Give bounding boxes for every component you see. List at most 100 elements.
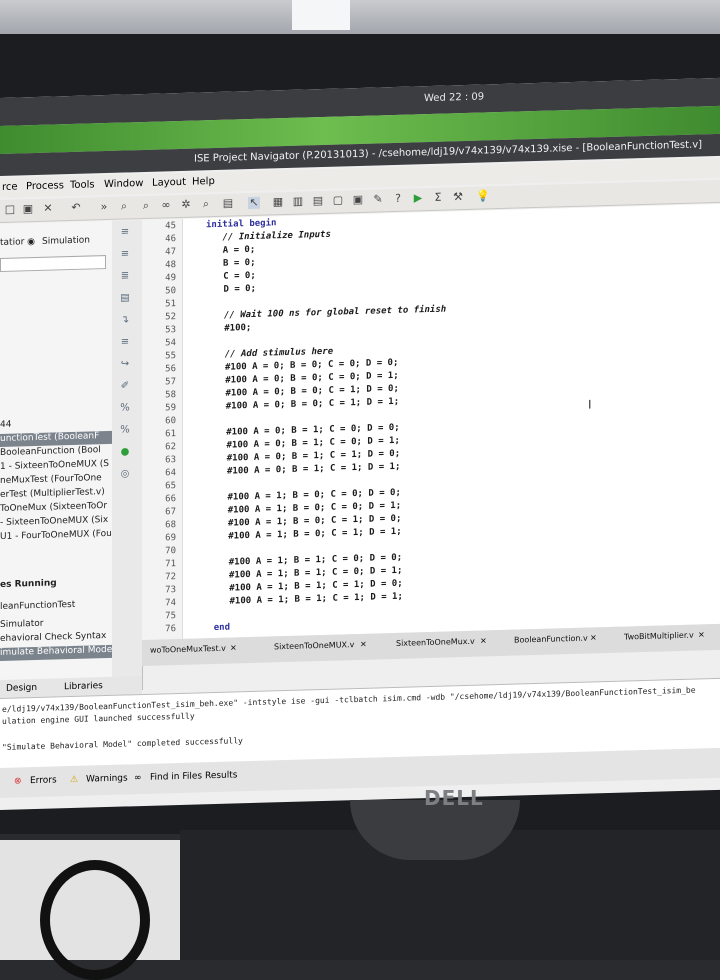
processes-header: es Running xyxy=(0,578,57,590)
side-tool-icon[interactable]: ◎ xyxy=(118,468,132,480)
line-number: 59 xyxy=(165,403,176,414)
cable xyxy=(40,860,150,980)
code-line[interactable]: D = 0; xyxy=(207,284,257,295)
side-tool-icon[interactable]: ▤ xyxy=(118,292,132,304)
line-number: 66 xyxy=(165,494,176,505)
file-tab[interactable]: SixteenToOneMux.v xyxy=(396,637,475,648)
side-tool-icon[interactable]: ✐ xyxy=(118,380,132,392)
menu-help[interactable]: Help xyxy=(192,176,215,188)
window-list-icon[interactable]: ▤ xyxy=(312,194,324,207)
save-icon[interactable]: ▣ xyxy=(22,202,34,215)
line-number: 62 xyxy=(165,442,176,453)
tab-close-icon[interactable]: ✕ xyxy=(230,643,237,652)
code-line[interactable]: #100 A = 0; B = 1; C = 1; D = 1; xyxy=(211,462,400,477)
side-tool-icon[interactable]: ≡ xyxy=(118,248,132,260)
line-number: 74 xyxy=(165,598,176,609)
side-tool-icon[interactable]: ● xyxy=(118,446,132,458)
process-item-selected[interactable]: imulate Behavioral Model xyxy=(0,644,112,661)
side-tool-icon[interactable]: ≣ xyxy=(118,270,132,282)
code-line[interactable]: #100 A = 0; B = 0; C = 1; D = 1; xyxy=(210,397,399,412)
code-line[interactable]: #100 A = 1; B = 1; C = 1; D = 1; xyxy=(213,592,403,607)
side-tool-icon[interactable]: ≡ xyxy=(118,336,132,348)
window-split-icon[interactable]: ▥ xyxy=(292,195,304,208)
line-number: 55 xyxy=(165,351,176,362)
code-editor[interactable]: 45 46 47 48 49 50 51 52 53 54 55 56 57 58 59 60 61 62 63 64… xyxy=(142,203,720,641)
file-tab[interactable]: TwoBitMultiplier.v xyxy=(624,631,694,642)
tab-find-in-files[interactable]: Find in Files Results xyxy=(150,770,237,782)
code-line[interactable]: #100; xyxy=(208,323,251,334)
document-icon[interactable]: ▤ xyxy=(222,196,234,209)
menu-tools[interactable]: Tools xyxy=(70,179,95,191)
undo-icon[interactable]: ↶ xyxy=(70,201,82,214)
line-number: 54 xyxy=(165,338,176,349)
line-number: 47 xyxy=(165,247,176,258)
side-tool-icon[interactable]: ≡ xyxy=(118,226,132,238)
select-icon[interactable]: ↖ xyxy=(248,196,260,210)
menu-source[interactable]: rce xyxy=(2,182,18,193)
text-cursor-icon: I xyxy=(588,397,592,412)
sum-icon[interactable]: Σ xyxy=(432,191,444,204)
code-line[interactable]: // Initialize Inputs xyxy=(206,230,331,243)
monitor-logo: DELL xyxy=(424,786,484,810)
view-radio-simulation[interactable]: Simulation xyxy=(42,235,112,250)
overflow-icon[interactable]: » xyxy=(98,200,110,213)
menu-process[interactable]: Process xyxy=(26,180,64,192)
side-tool-icon[interactable]: ↪ xyxy=(118,358,132,370)
code-line[interactable]: end xyxy=(214,623,230,633)
window-icon[interactable]: ▢ xyxy=(332,193,344,206)
line-number: 50 xyxy=(165,286,176,297)
file-tab[interactable]: SixteenToOneMUX.v xyxy=(274,640,354,651)
sim-mode-dropdown[interactable] xyxy=(0,255,106,272)
tab-warnings[interactable]: Warnings xyxy=(86,773,128,784)
side-tool-icon[interactable]: ↴ xyxy=(118,314,132,326)
line-number: 70 xyxy=(165,546,176,557)
process-item[interactable]: leanFunctionTest xyxy=(0,599,112,615)
menu-window[interactable]: Window xyxy=(104,178,143,190)
tab-errors[interactable]: Errors xyxy=(30,775,57,786)
wrench-icon[interactable]: ✎ xyxy=(372,192,384,205)
console-line: "Simulate Behavioral Model" completed su… xyxy=(2,736,243,752)
file-tab[interactable]: woToOneMuxTest.v xyxy=(150,644,226,655)
window-tile-icon[interactable]: ▦ xyxy=(272,195,284,208)
layout-icon[interactable]: ▣ xyxy=(352,193,364,206)
hammer-icon[interactable]: ⚒ xyxy=(452,190,464,203)
find-results-icon: ∞ xyxy=(134,773,142,784)
code-line[interactable]: // Wait 100 ns for global reset to finis… xyxy=(208,305,446,322)
zoom-icon[interactable]: ⌕ xyxy=(118,199,130,212)
line-number: 60 xyxy=(165,416,176,427)
binoculars-icon[interactable]: ∞ xyxy=(160,198,172,211)
code-line[interactable]: A = 0; xyxy=(207,245,256,256)
hierarchy-item[interactable]: U1 - FourToOneMUX (Fou xyxy=(0,529,112,545)
tab-close-icon[interactable]: ✕ xyxy=(590,633,597,642)
side-tool-icon[interactable]: % xyxy=(118,424,132,436)
ceiling-light xyxy=(292,0,350,30)
ceiling xyxy=(0,0,720,38)
menu-layout[interactable]: Layout xyxy=(152,177,186,189)
code-line[interactable]: C = 0; xyxy=(207,271,256,282)
line-number: 52 xyxy=(165,312,176,323)
lightbulb-icon[interactable]: 💡 xyxy=(476,189,490,202)
code-line[interactable]: #100 A = 1; B = 0; C = 1; D = 1; xyxy=(212,527,401,542)
line-number: 71 xyxy=(165,559,176,570)
tab-design[interactable]: Design xyxy=(6,683,37,694)
line-number: 53 xyxy=(165,325,176,336)
code-line[interactable]: B = 0; xyxy=(207,258,256,269)
system-clock[interactable]: Wed 22 : 09 xyxy=(424,91,484,104)
run-icon[interactable]: ▶ xyxy=(412,191,424,204)
file-tab[interactable]: BooleanFunction.v xyxy=(514,634,588,645)
side-tool-icon[interactable]: % xyxy=(118,402,132,414)
tab-libraries[interactable]: Libraries xyxy=(64,681,103,692)
code-line[interactable]: // Add stimulus here xyxy=(209,347,333,360)
help-icon[interactable]: ? xyxy=(392,192,404,205)
find-next-icon[interactable]: ⌕ xyxy=(200,197,212,210)
settings-icon[interactable]: ✲ xyxy=(180,198,192,211)
close-icon[interactable]: ✕ xyxy=(42,202,54,215)
tab-close-icon[interactable]: ✕ xyxy=(698,630,705,639)
new-file-icon[interactable]: □ xyxy=(4,203,16,216)
code-line[interactable]: initial begin xyxy=(206,218,276,230)
tab-close-icon[interactable]: ✕ xyxy=(360,640,367,649)
tab-close-icon[interactable]: ✕ xyxy=(480,636,487,645)
line-number: 75 xyxy=(165,611,176,622)
find-icon[interactable]: ⌕ xyxy=(140,199,152,212)
line-number: 61 xyxy=(165,429,176,440)
